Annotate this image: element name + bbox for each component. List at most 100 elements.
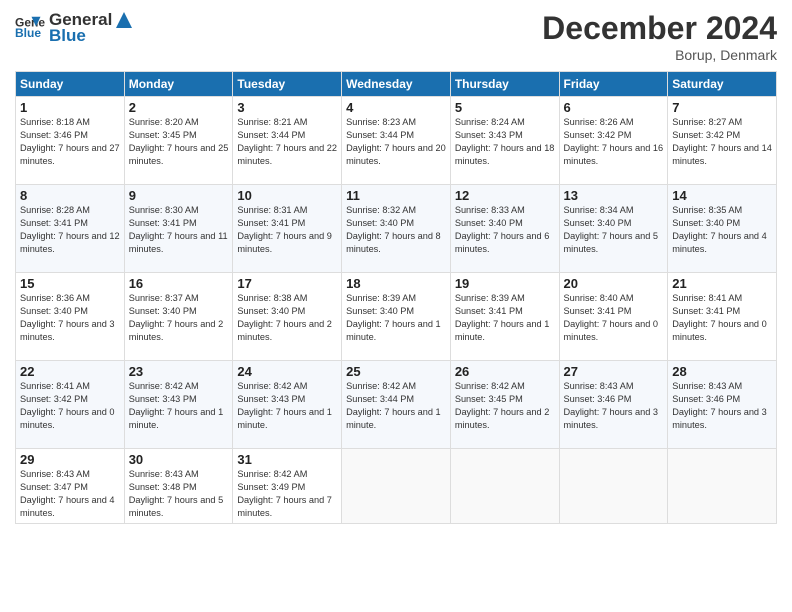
calendar: Sunday Monday Tuesday Wednesday Thursday…	[15, 71, 777, 524]
day-number: 26	[455, 364, 555, 379]
day-info: Sunrise: 8:42 AMSunset: 3:49 PMDaylight:…	[237, 468, 337, 520]
calendar-cell: 14Sunrise: 8:35 AMSunset: 3:40 PMDayligh…	[668, 185, 777, 273]
title-block: December 2024 Borup, Denmark	[542, 10, 777, 63]
col-saturday: Saturday	[668, 72, 777, 97]
day-number: 10	[237, 188, 337, 203]
day-info: Sunrise: 8:42 AMSunset: 3:45 PMDaylight:…	[455, 380, 555, 432]
col-monday: Monday	[124, 72, 233, 97]
day-info: Sunrise: 8:43 AMSunset: 3:48 PMDaylight:…	[129, 468, 229, 520]
day-number: 13	[564, 188, 664, 203]
day-info: Sunrise: 8:21 AMSunset: 3:44 PMDaylight:…	[237, 116, 337, 168]
calendar-cell: 20Sunrise: 8:40 AMSunset: 3:41 PMDayligh…	[559, 273, 668, 361]
calendar-cell: 25Sunrise: 8:42 AMSunset: 3:44 PMDayligh…	[342, 361, 451, 449]
day-number: 2	[129, 100, 229, 115]
day-number: 12	[455, 188, 555, 203]
day-info: Sunrise: 8:42 AMSunset: 3:44 PMDaylight:…	[346, 380, 446, 432]
day-info: Sunrise: 8:32 AMSunset: 3:40 PMDaylight:…	[346, 204, 446, 256]
day-info: Sunrise: 8:30 AMSunset: 3:41 PMDaylight:…	[129, 204, 229, 256]
day-number: 20	[564, 276, 664, 291]
calendar-cell: 3Sunrise: 8:21 AMSunset: 3:44 PMDaylight…	[233, 97, 342, 185]
day-number: 22	[20, 364, 120, 379]
calendar-cell	[559, 449, 668, 524]
calendar-cell: 2Sunrise: 8:20 AMSunset: 3:45 PMDaylight…	[124, 97, 233, 185]
day-info: Sunrise: 8:43 AMSunset: 3:46 PMDaylight:…	[672, 380, 772, 432]
day-info: Sunrise: 8:41 AMSunset: 3:41 PMDaylight:…	[672, 292, 772, 344]
day-info: Sunrise: 8:37 AMSunset: 3:40 PMDaylight:…	[129, 292, 229, 344]
day-info: Sunrise: 8:35 AMSunset: 3:40 PMDaylight:…	[672, 204, 772, 256]
day-info: Sunrise: 8:18 AMSunset: 3:46 PMDaylight:…	[20, 116, 120, 168]
day-number: 6	[564, 100, 664, 115]
calendar-cell: 24Sunrise: 8:42 AMSunset: 3:43 PMDayligh…	[233, 361, 342, 449]
day-number: 25	[346, 364, 446, 379]
day-number: 23	[129, 364, 229, 379]
day-number: 9	[129, 188, 229, 203]
day-info: Sunrise: 8:26 AMSunset: 3:42 PMDaylight:…	[564, 116, 664, 168]
calendar-cell	[342, 449, 451, 524]
day-info: Sunrise: 8:20 AMSunset: 3:45 PMDaylight:…	[129, 116, 229, 168]
day-number: 30	[129, 452, 229, 467]
day-info: Sunrise: 8:23 AMSunset: 3:44 PMDaylight:…	[346, 116, 446, 168]
logo-icon: General Blue	[15, 13, 45, 43]
day-number: 15	[20, 276, 120, 291]
day-number: 21	[672, 276, 772, 291]
calendar-cell: 21Sunrise: 8:41 AMSunset: 3:41 PMDayligh…	[668, 273, 777, 361]
calendar-cell	[668, 449, 777, 524]
day-number: 27	[564, 364, 664, 379]
calendar-cell: 22Sunrise: 8:41 AMSunset: 3:42 PMDayligh…	[16, 361, 125, 449]
day-number: 3	[237, 100, 337, 115]
day-number: 17	[237, 276, 337, 291]
day-info: Sunrise: 8:27 AMSunset: 3:42 PMDaylight:…	[672, 116, 772, 168]
calendar-cell: 18Sunrise: 8:39 AMSunset: 3:40 PMDayligh…	[342, 273, 451, 361]
day-number: 5	[455, 100, 555, 115]
calendar-cell: 31Sunrise: 8:42 AMSunset: 3:49 PMDayligh…	[233, 449, 342, 524]
calendar-cell: 8Sunrise: 8:28 AMSunset: 3:41 PMDaylight…	[16, 185, 125, 273]
calendar-cell: 19Sunrise: 8:39 AMSunset: 3:41 PMDayligh…	[450, 273, 559, 361]
day-number: 16	[129, 276, 229, 291]
col-wednesday: Wednesday	[342, 72, 451, 97]
day-number: 4	[346, 100, 446, 115]
day-info: Sunrise: 8:34 AMSunset: 3:40 PMDaylight:…	[564, 204, 664, 256]
calendar-cell: 11Sunrise: 8:32 AMSunset: 3:40 PMDayligh…	[342, 185, 451, 273]
month-title: December 2024	[542, 10, 777, 47]
calendar-cell: 16Sunrise: 8:37 AMSunset: 3:40 PMDayligh…	[124, 273, 233, 361]
day-number: 24	[237, 364, 337, 379]
day-number: 7	[672, 100, 772, 115]
header: General Blue General Blue December 2024 …	[15, 10, 777, 63]
day-number: 31	[237, 452, 337, 467]
day-number: 11	[346, 188, 446, 203]
day-number: 19	[455, 276, 555, 291]
day-info: Sunrise: 8:38 AMSunset: 3:40 PMDaylight:…	[237, 292, 337, 344]
day-info: Sunrise: 8:36 AMSunset: 3:40 PMDaylight:…	[20, 292, 120, 344]
day-info: Sunrise: 8:31 AMSunset: 3:41 PMDaylight:…	[237, 204, 337, 256]
col-sunday: Sunday	[16, 72, 125, 97]
day-number: 18	[346, 276, 446, 291]
day-info: Sunrise: 8:39 AMSunset: 3:40 PMDaylight:…	[346, 292, 446, 344]
logo: General Blue General Blue	[15, 10, 134, 46]
col-friday: Friday	[559, 72, 668, 97]
calendar-cell: 26Sunrise: 8:42 AMSunset: 3:45 PMDayligh…	[450, 361, 559, 449]
calendar-cell: 10Sunrise: 8:31 AMSunset: 3:41 PMDayligh…	[233, 185, 342, 273]
calendar-cell: 23Sunrise: 8:42 AMSunset: 3:43 PMDayligh…	[124, 361, 233, 449]
day-info: Sunrise: 8:43 AMSunset: 3:46 PMDaylight:…	[564, 380, 664, 432]
location: Borup, Denmark	[542, 47, 777, 63]
calendar-cell: 17Sunrise: 8:38 AMSunset: 3:40 PMDayligh…	[233, 273, 342, 361]
calendar-cell: 7Sunrise: 8:27 AMSunset: 3:42 PMDaylight…	[668, 97, 777, 185]
calendar-cell: 15Sunrise: 8:36 AMSunset: 3:40 PMDayligh…	[16, 273, 125, 361]
calendar-cell: 29Sunrise: 8:43 AMSunset: 3:47 PMDayligh…	[16, 449, 125, 524]
calendar-cell: 12Sunrise: 8:33 AMSunset: 3:40 PMDayligh…	[450, 185, 559, 273]
calendar-cell: 5Sunrise: 8:24 AMSunset: 3:43 PMDaylight…	[450, 97, 559, 185]
day-info: Sunrise: 8:41 AMSunset: 3:42 PMDaylight:…	[20, 380, 120, 432]
day-info: Sunrise: 8:43 AMSunset: 3:47 PMDaylight:…	[20, 468, 120, 520]
day-info: Sunrise: 8:40 AMSunset: 3:41 PMDaylight:…	[564, 292, 664, 344]
calendar-cell: 4Sunrise: 8:23 AMSunset: 3:44 PMDaylight…	[342, 97, 451, 185]
svg-text:Blue: Blue	[15, 26, 41, 40]
day-number: 1	[20, 100, 120, 115]
page: General Blue General Blue December 2024 …	[0, 0, 792, 612]
day-number: 29	[20, 452, 120, 467]
calendar-cell: 28Sunrise: 8:43 AMSunset: 3:46 PMDayligh…	[668, 361, 777, 449]
calendar-cell	[450, 449, 559, 524]
calendar-cell: 27Sunrise: 8:43 AMSunset: 3:46 PMDayligh…	[559, 361, 668, 449]
day-info: Sunrise: 8:42 AMSunset: 3:43 PMDaylight:…	[129, 380, 229, 432]
col-thursday: Thursday	[450, 72, 559, 97]
day-number: 28	[672, 364, 772, 379]
